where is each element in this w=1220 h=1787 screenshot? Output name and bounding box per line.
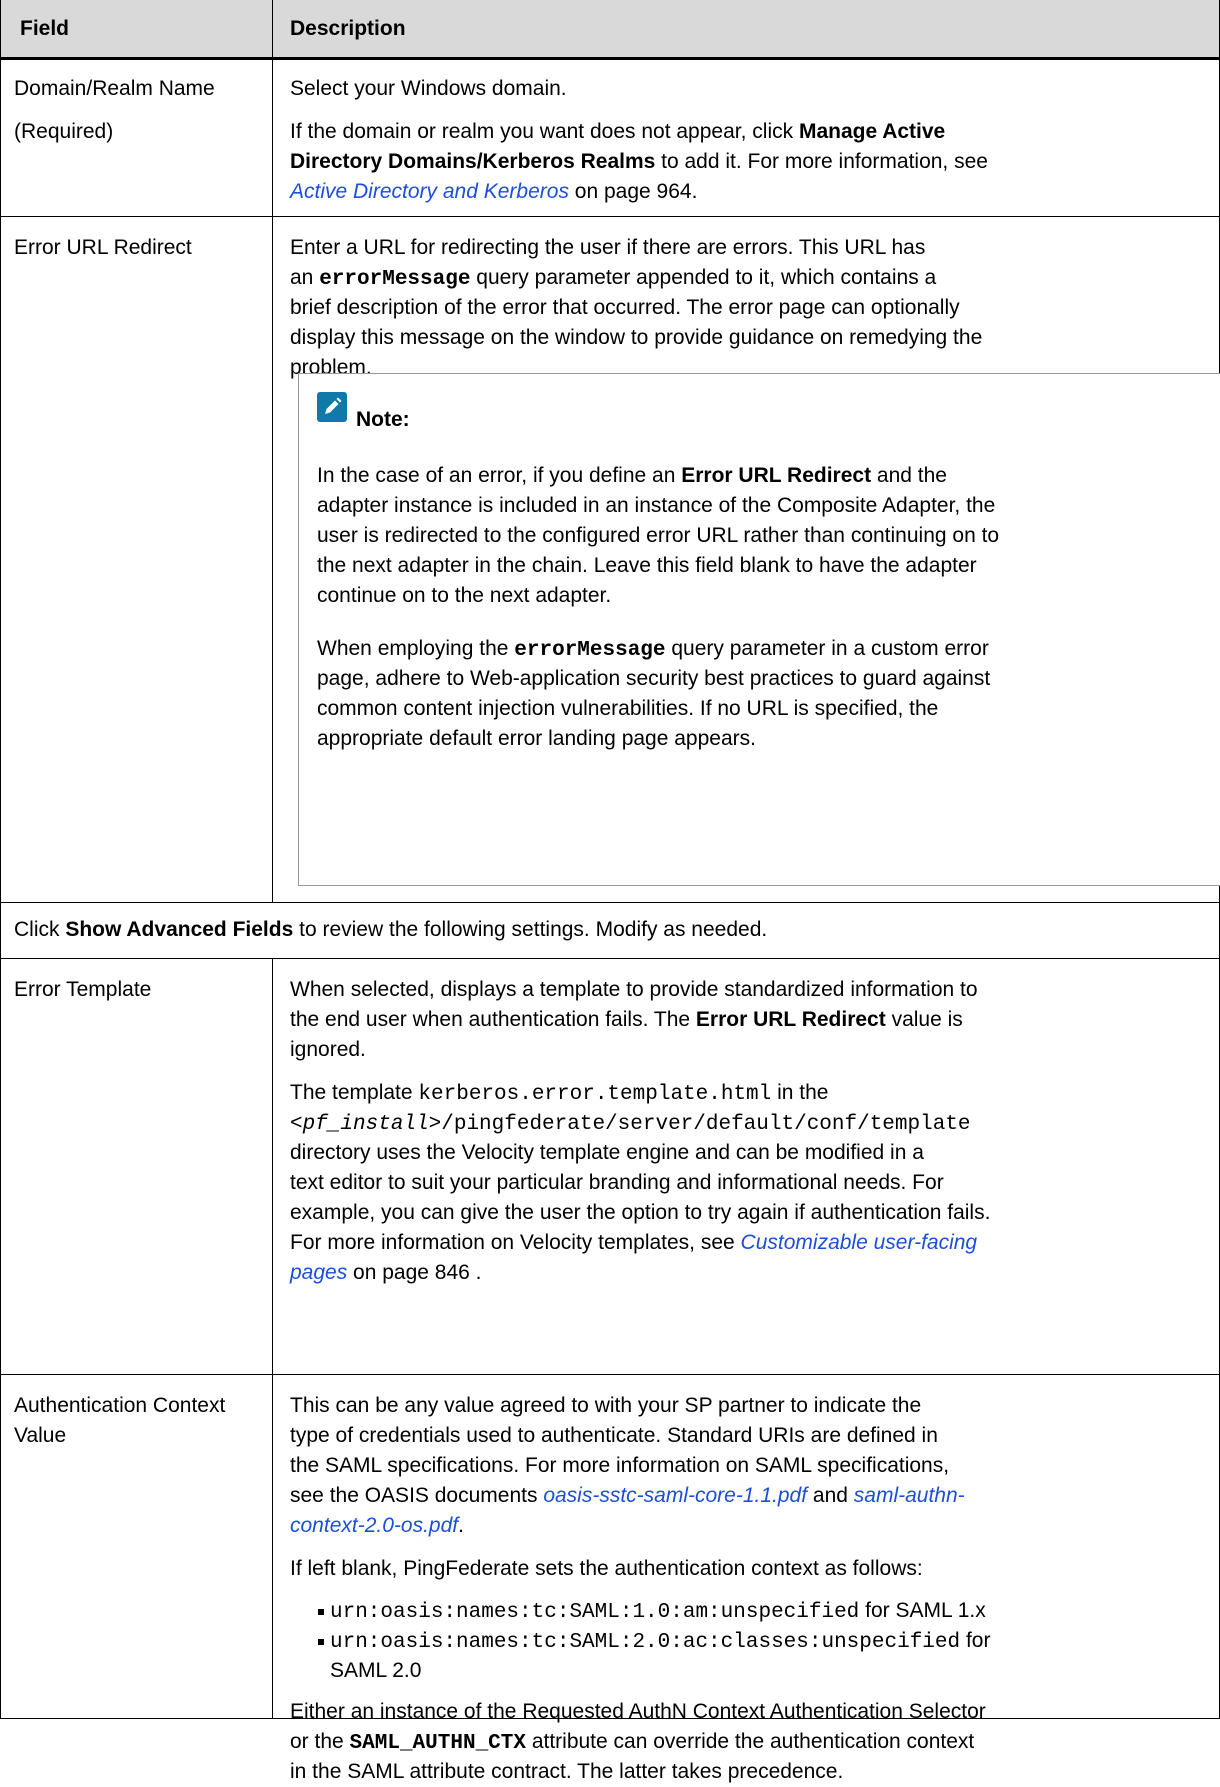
description-text: pages on page 846 . [290,1261,482,1284]
note-text: In the case of an error, if you define a… [317,464,947,487]
description-text: example, you can give the user the optio… [290,1201,991,1224]
description-text: display this message on the window to pr… [290,326,983,349]
field-required-note: (Required) [14,120,114,143]
field-error-url-redirect: Error URL Redirect [14,236,192,259]
bullet-icon [318,1639,324,1645]
advanced-fields-instruction: Click Show Advanced Fields to review the… [14,918,768,941]
description-text: <pf_install>/pingfederate/server/default… [290,1113,971,1136]
description-text: This can be any value agreed to with you… [290,1394,922,1417]
description-text: Active Directory and Kerberos on page 96… [290,180,698,203]
table-left-border [0,0,1,1719]
description-text: brief description of the error that occu… [290,296,960,319]
note-text: appropriate default error landing page a… [317,727,756,750]
description-text: For more information on Velocity templat… [290,1231,978,1254]
customizable-pages-link[interactable]: Customizable user-facing [741,1231,978,1254]
note-text: adapter instance is included in an insta… [317,494,996,517]
description-text: Select your Windows domain. [290,77,567,100]
note-text: page, adhere to Web-application security… [317,667,991,690]
note-text: continue on to the next adapter. [317,584,612,607]
description-text: Either an instance of the Requested Auth… [290,1700,986,1723]
description-text: type of credentials used to authenticate… [290,1424,938,1447]
list-item: urn:oasis:names:tc:SAML:1.0:am:unspecifi… [330,1599,986,1624]
header-rule [0,57,1220,60]
row-divider [0,1374,1220,1375]
row-divider [0,958,1220,959]
pencil-icon [317,392,347,422]
active-directory-link[interactable]: Active Directory and Kerberos [290,180,569,203]
note-text: the next adapter in the chain. Leave thi… [317,554,977,577]
column-divider [272,0,273,903]
saml-core-link[interactable]: oasis-sstc-saml-core-1.1.pdf [543,1484,807,1507]
description-text: see the OASIS documents oasis-sstc-saml-… [290,1484,965,1507]
customizable-pages-link-cont[interactable]: pages [290,1261,347,1284]
field-error-template: Error Template [14,978,152,1001]
description-text: directory uses the Velocity template eng… [290,1141,924,1164]
description-text: Directory Domains/Kerberos Realms to add… [290,150,988,173]
list-item: urn:oasis:names:tc:SAML:2.0:ac:classes:u… [330,1629,991,1654]
description-text: The template kerberos.error.template.htm… [290,1081,829,1106]
saml-authn-context-link[interactable]: saml-authn- [854,1484,965,1507]
description-text: the end user when authentication fails. … [290,1008,963,1031]
description-text: text editor to suit your particular bran… [290,1171,944,1194]
saml-authn-context-link-cont[interactable]: context-2.0-os.pdf [290,1514,458,1537]
description-text: If left blank, PingFederate sets the aut… [290,1557,923,1580]
table-header [0,0,1220,58]
field-domain-realm-name: Domain/Realm Name [14,77,215,100]
header-description: Description [290,17,406,40]
description-text: Enter a URL for redirecting the user if … [290,236,926,259]
note-text: user is redirected to the configured err… [317,524,1000,547]
field-authentication-context-value: Authentication Context [14,1394,226,1417]
description-text: in the SAML attribute contract. The latt… [290,1760,844,1783]
note-text: When employing the errorMessage query pa… [317,637,989,662]
list-item: SAML 2.0 [330,1659,422,1682]
description-text: When selected, displays a template to pr… [290,978,978,1001]
row-divider [0,902,1220,903]
note-title: Note: [356,408,410,431]
note-box [298,373,1220,886]
description-text: or the SAML_AUTHN_CTX attribute can over… [290,1730,975,1755]
header-field: Field [20,17,70,40]
field-authentication-context-value: Value [14,1424,67,1447]
row-divider [0,216,1220,217]
description-text: context-2.0-os.pdf. [290,1514,464,1537]
bullet-icon [318,1609,324,1615]
description-text: an errorMessage query parameter appended… [290,266,937,291]
field-description-table: Field Description Domain/Realm Name (Req… [0,0,1220,1783]
description-text: If the domain or realm you want does not… [290,120,946,143]
column-divider [272,958,273,1719]
description-text: the SAML specifications. For more inform… [290,1454,950,1477]
description-text: ignored. [290,1038,366,1061]
note-text: common content injection vulnerabilities… [317,697,939,720]
